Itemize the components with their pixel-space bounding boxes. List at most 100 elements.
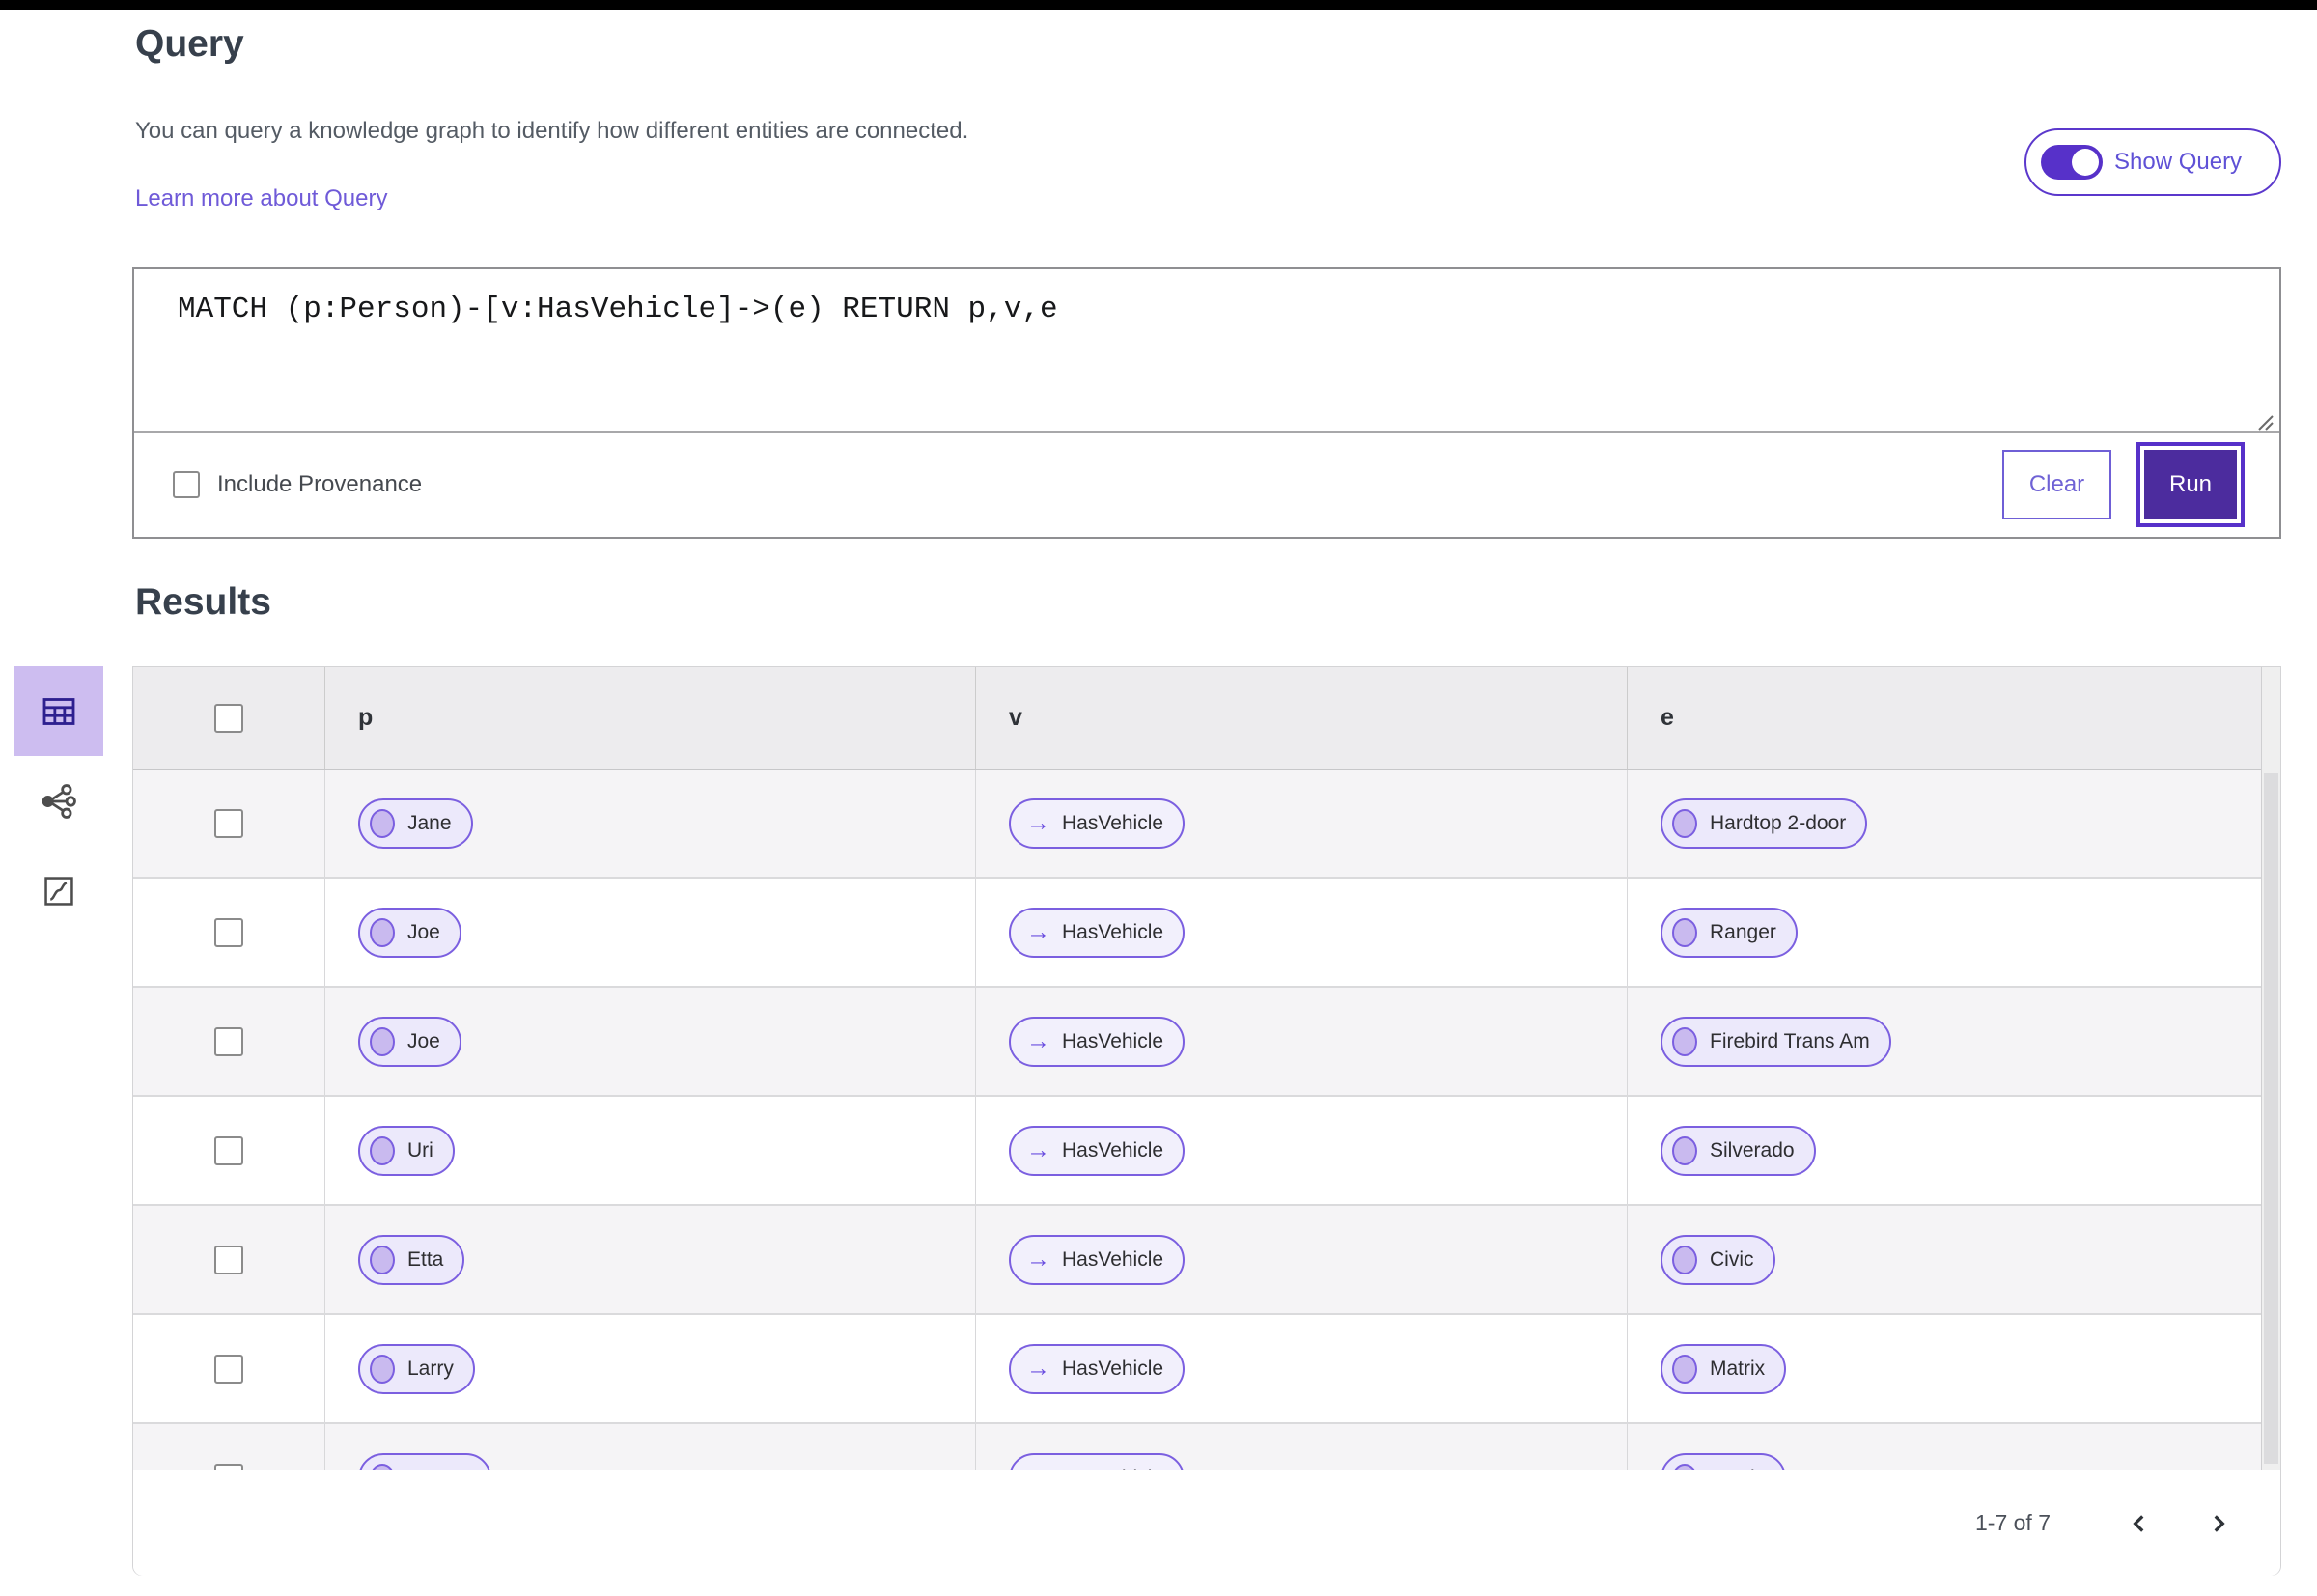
entity-pill[interactable]: Joe — [358, 1016, 461, 1067]
pagination-next-button[interactable] — [2199, 1504, 2238, 1543]
node-circle-icon — [370, 808, 395, 838]
entity-pill[interactable]: Hardtop 2-door — [1661, 798, 1868, 849]
table-row: Uri → HasVehicle Silverado — [133, 1097, 2280, 1206]
table-row: Joe → HasVehicle Firebird Trans Am — [133, 988, 2280, 1097]
node-circle-icon — [1672, 1354, 1697, 1384]
node-circle-icon — [1672, 1026, 1697, 1056]
node-circle-icon — [370, 1026, 395, 1056]
arrow-right-icon: → — [1026, 1246, 1050, 1273]
row-checkbox[interactable] — [214, 917, 243, 947]
entity-pill[interactable]: Matrix — [1661, 1452, 1787, 1470]
row-checkbox[interactable] — [214, 808, 243, 838]
pagination-bar: 1-7 of 7 — [133, 1470, 2280, 1576]
row-checkbox[interactable] — [214, 1245, 243, 1274]
entity-label: Ranger — [1710, 920, 1776, 943]
entity-pill[interactable]: Firebird Trans Am — [1661, 1016, 1891, 1067]
query-textarea[interactable]: MATCH (p:Person)-[v:HasVehicle]->(e) RET… — [134, 269, 2279, 435]
row-checkbox[interactable] — [214, 1354, 243, 1384]
pagination-prev-button[interactable] — [2120, 1504, 2159, 1543]
table-header-row: p v e — [133, 667, 2280, 770]
arrow-right-icon: → — [1026, 1466, 1050, 1470]
relationship-pill[interactable]: → HasVehicle — [1009, 1016, 1186, 1067]
entity-pill[interactable]: Uri — [358, 1125, 455, 1176]
node-circle-icon — [370, 1245, 395, 1274]
learn-more-link[interactable]: Learn more about Query — [135, 185, 387, 212]
arrow-right-icon: → — [1026, 1027, 1050, 1054]
table-view-icon — [42, 697, 74, 725]
table-row: Etta → HasVehicle Civic — [133, 1206, 2280, 1315]
entity-pill[interactable]: Silverado — [1661, 1125, 1816, 1176]
table-view-button[interactable] — [14, 666, 103, 756]
column-header-e: e — [1661, 704, 1674, 731]
chart-view-icon — [43, 876, 73, 906]
entity-pill[interactable]: Civic — [1661, 1234, 1775, 1285]
include-provenance-label: Include Provenance — [217, 471, 423, 497]
entity-label: Hardtop 2-door — [1710, 811, 1847, 834]
table-row: Larry → HasVehicle Matrix — [133, 1315, 2280, 1424]
relationship-pill[interactable]: → HasVehicle — [1009, 798, 1186, 849]
chevron-left-icon — [2133, 1514, 2144, 1532]
entity-pill[interactable]: Joe — [358, 907, 461, 958]
include-provenance-checkbox[interactable] — [173, 471, 200, 498]
entity-label: Civic — [1710, 1247, 1754, 1271]
results-table: p v e Jane → HasVehicle Hardtop 2-door J… — [132, 666, 2281, 1576]
entity-pill[interactable]: Etta — [358, 1234, 465, 1285]
graph-view-button[interactable] — [14, 756, 103, 846]
entity-pill[interactable]: Jane — [358, 798, 473, 849]
page-title: Query — [135, 23, 244, 65]
table-body-rows: Jane → HasVehicle Hardtop 2-door Joe → H… — [133, 770, 2280, 1470]
relationship-label: HasVehicle — [1062, 811, 1164, 834]
relationship-pill[interactable]: → HasVehicle — [1009, 1125, 1186, 1176]
entity-label: Silverado — [1710, 1138, 1795, 1162]
toggle-knob — [2072, 149, 2099, 176]
row-checkbox[interactable] — [214, 1135, 243, 1165]
table-scrollbar[interactable] — [2261, 667, 2280, 1470]
node-circle-icon — [370, 1135, 395, 1165]
textarea-resize-handle-icon[interactable] — [2255, 412, 2275, 432]
arrow-right-icon: → — [1026, 1355, 1050, 1382]
relationship-pill[interactable]: → HasVehicle — [1009, 1234, 1186, 1285]
node-circle-icon — [1672, 1245, 1697, 1274]
run-button[interactable]: Run — [2136, 442, 2245, 527]
entity-pill[interactable]: Ranger — [1661, 907, 1798, 958]
table-row: Lauren → HasVehicle Matrix — [133, 1424, 2280, 1470]
results-table-body: p v e Jane → HasVehicle Hardtop 2-door J… — [133, 667, 2280, 1470]
results-title: Results — [135, 581, 271, 623]
query-page: Query You can query a knowledge graph to… — [0, 0, 2317, 1596]
node-circle-icon — [1672, 808, 1697, 838]
relationship-label: HasVehicle — [1062, 1138, 1164, 1162]
row-checkbox[interactable] — [214, 1463, 243, 1470]
entity-label: Joe — [407, 1029, 440, 1052]
table-row: Jane → HasVehicle Hardtop 2-door — [133, 770, 2280, 879]
graph-view-icon — [42, 783, 76, 819]
entity-label: Firebird Trans Am — [1710, 1029, 1870, 1052]
select-all-checkbox[interactable] — [214, 703, 243, 733]
entity-pill[interactable]: Larry — [358, 1343, 475, 1394]
toggle-switch-on-icon[interactable] — [2041, 145, 2103, 180]
relationship-pill[interactable]: → HasVehicle — [1009, 1452, 1186, 1470]
pagination-range-label: 1-7 of 7 — [1975, 1510, 2051, 1535]
entity-label: Uri — [407, 1138, 433, 1162]
entity-pill[interactable]: Matrix — [1661, 1343, 1787, 1394]
entity-label: Jane — [407, 811, 452, 834]
node-circle-icon — [370, 1463, 395, 1470]
row-checkbox[interactable] — [214, 1026, 243, 1056]
arrow-right-icon: → — [1026, 809, 1050, 836]
window-top-edge — [0, 0, 2317, 10]
entity-pill[interactable]: Lauren — [358, 1452, 492, 1470]
relationship-pill[interactable]: → HasVehicle — [1009, 1343, 1186, 1394]
column-header-p: p — [358, 704, 374, 731]
relationship-pill[interactable]: → HasVehicle — [1009, 907, 1186, 958]
chart-view-button[interactable] — [14, 846, 103, 936]
node-circle-icon — [370, 917, 395, 947]
clear-button[interactable]: Clear — [2002, 450, 2111, 519]
relationship-label: HasVehicle — [1062, 1467, 1163, 1470]
relationship-label: HasVehicle — [1062, 920, 1164, 943]
show-query-toggle-button[interactable]: Show Query — [2024, 128, 2281, 196]
arrow-right-icon: → — [1026, 1136, 1050, 1163]
scrollbar-thumb[interactable] — [2264, 773, 2278, 1464]
arrow-right-icon: → — [1026, 918, 1050, 945]
entity-label: Etta — [407, 1247, 444, 1271]
node-circle-icon — [1672, 1463, 1697, 1470]
query-editor-panel: MATCH (p:Person)-[v:HasVehicle]->(e) RET… — [132, 267, 2281, 539]
